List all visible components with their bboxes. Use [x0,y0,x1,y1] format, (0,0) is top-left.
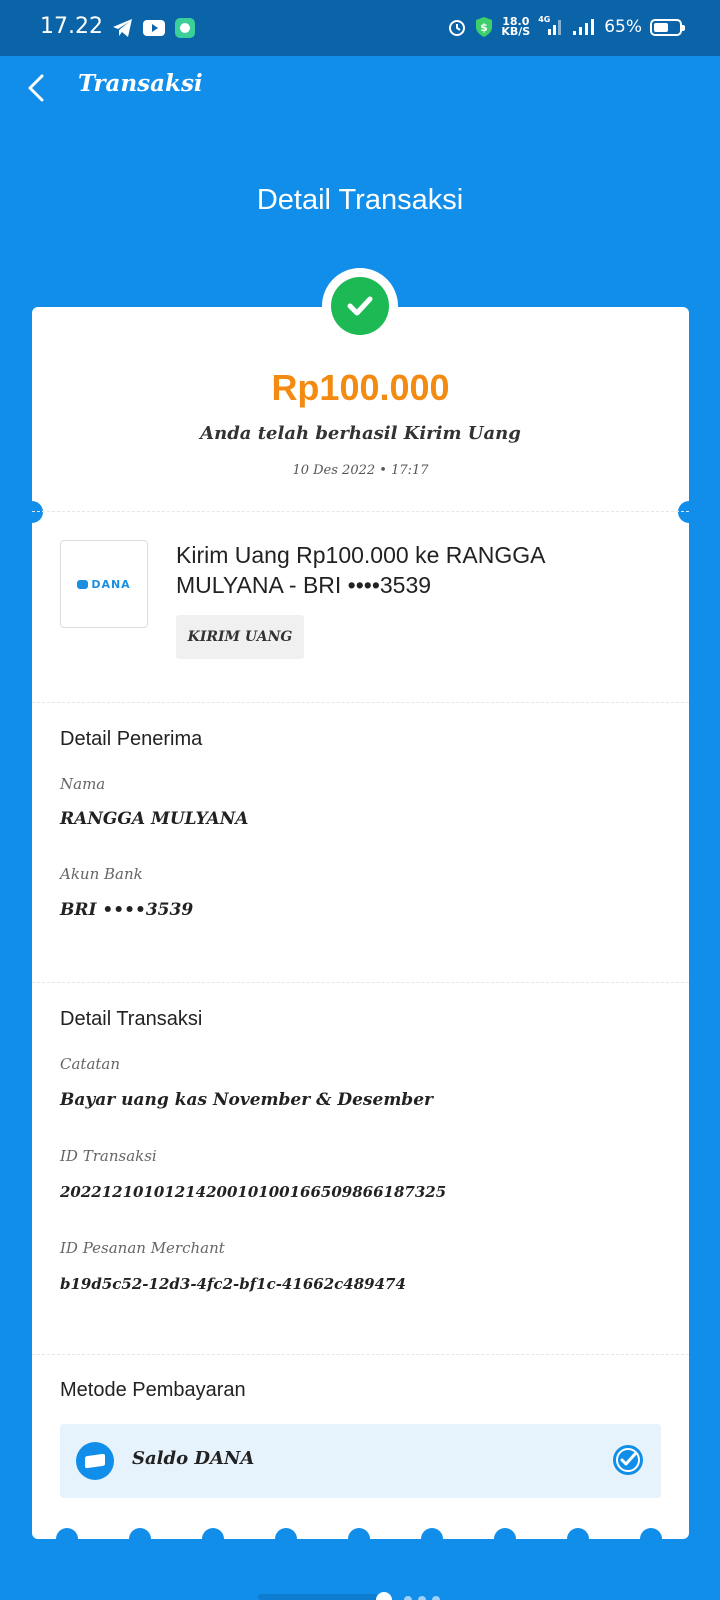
back-button[interactable] [18,70,54,106]
notification-icons [112,17,196,39]
battery-fill [654,22,669,32]
divider [32,1354,689,1355]
signal-icon: 4G [538,15,564,37]
system-icons: $ 18.0 KB/S 4G 65% [447,15,685,38]
ticket-scallop [494,1528,516,1550]
ticket-scallop [567,1528,589,1550]
ticket-scallop [129,1528,151,1550]
ticket-notch-right [678,501,700,523]
app-bar-title: Transaksi [78,70,203,97]
page-indicator [258,1592,440,1600]
recipient-bank-value: BRI ••••3539 [60,900,194,920]
ticket-scallop [202,1528,224,1550]
ticket-scallop [56,1528,78,1550]
note-value: Bayar uang kas November & Desember [60,1090,433,1110]
recipient-name-label: Nama [60,775,106,793]
battery-percent: 65% [604,17,642,37]
success-message: Anda telah berhasil Kirim Uang [200,423,521,444]
alarm-icon [449,20,466,36]
payment-section-title: Metode Pembayaran [60,1379,246,1401]
chevron-left-icon [28,74,44,102]
merchant-order-id-value[interactable]: b19d5c52-12d3-4fc2-bf1c-41662c489474 [60,1275,406,1293]
check-badge-icon [613,1445,643,1475]
check-circle-icon [347,296,373,316]
payment-method-item[interactable]: Saldo DANA [60,1424,661,1498]
battery-icon [650,18,685,36]
merchant-logo: DANA [60,540,148,628]
net-speed: 18.0 KB/S [501,15,531,38]
transaction-amount: Rp100.000 [271,367,450,408]
recipient-name-value: RANGGA MULYANA [60,809,249,829]
shield-dollar-icon: $ [476,17,493,37]
transaction-id-label: ID Transaksi [60,1147,157,1165]
page-title: Detail Transaksi [256,184,464,216]
ticket-scallop [348,1528,370,1550]
transaction-description: Kirim Uang Rp100.000 ke RANGGA MULYANA -… [176,542,545,598]
ticket-scallop [640,1528,662,1550]
status-bar: 17.22 $ 18.0 KB/S 4G 65% [0,0,720,56]
telegram-icon [113,19,132,37]
ticket-scallop [275,1528,297,1550]
dana-logo-icon [77,579,89,589]
divider [32,511,689,512]
merchant-order-id-label: ID Pesanan Merchant [60,1239,225,1257]
divider [32,702,689,703]
transaction-type-badge: KIRIM UANG [176,615,304,659]
status-time: 17.22 [40,14,103,39]
recipient-bank-label: Akun Bank [60,865,143,883]
ticket-notch-left [21,501,43,523]
success-badge [322,268,398,344]
details-section-title: Detail Transaksi [60,1008,203,1030]
transaction-date: 10 Des 2022 • 17:17 [292,463,429,478]
receipt-card: Rp100.000 Anda telah berhasil Kirim Uang… [21,307,700,1550]
youtube-icon [143,20,165,36]
svg-text:$: $ [481,21,489,34]
divider [32,982,689,983]
note-label: Catatan [60,1055,121,1073]
recipient-section-title: Detail Penerima [60,728,203,750]
transaction-id-value[interactable]: 2022121010121420010100166509866187325 [60,1183,446,1201]
chat-icon [175,18,195,38]
payment-method-label: Saldo DANA [132,1448,255,1469]
app-bar: Transaksi [0,56,720,116]
ticket-scallop [421,1528,443,1550]
signal-icon [573,19,595,35]
wallet-icon [76,1442,114,1480]
